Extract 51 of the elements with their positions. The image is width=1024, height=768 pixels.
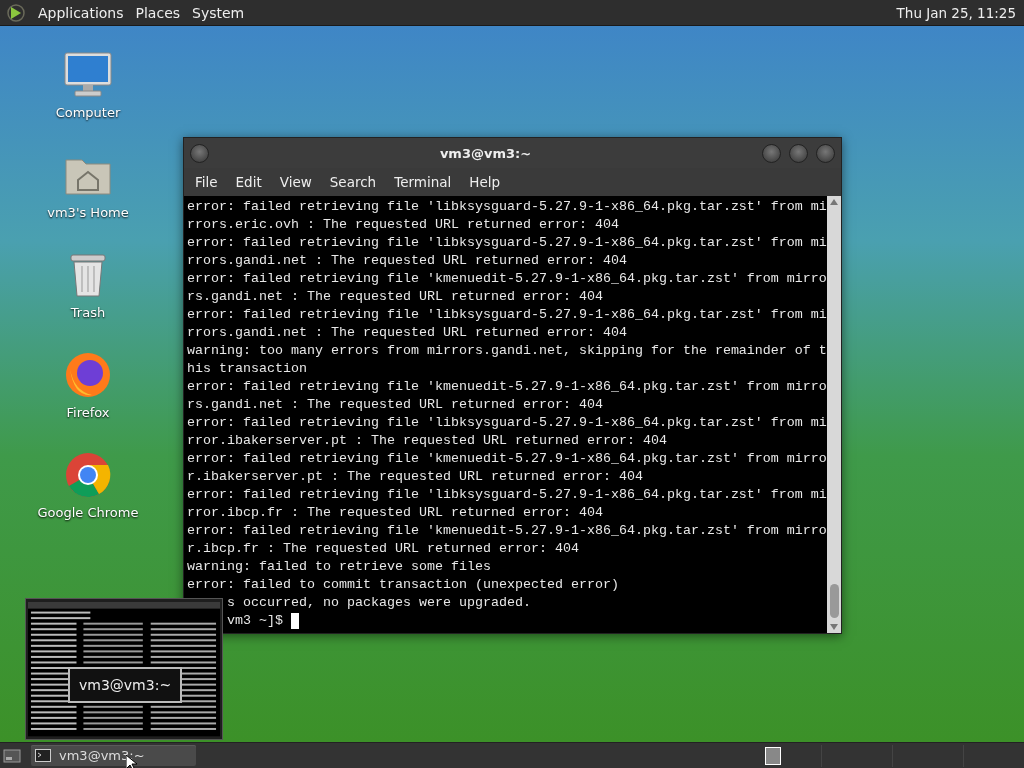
panel-menu[interactable]: Places: [135, 4, 181, 21]
terminal-line: s occurred, no packages were upgraded.: [227, 594, 531, 612]
terminal-icon: [35, 749, 51, 762]
panel-menu[interactable]: Applications: [38, 4, 124, 21]
scroll-down-icon[interactable]: [830, 624, 838, 630]
taskbar-button[interactable]: vm3@vm3:~: [31, 745, 196, 766]
terminal-line: error: failed retrieving file 'libksysguard-5.27.9-1-x86_64.pkg.tar.zst' from mi: [187, 486, 827, 504]
terminal-line: error: failed retrieving file 'kmenuedit-5.27.9-1-x86_64.pkg.tar.zst' from mirro: [187, 450, 827, 468]
terminal-line: error: failed retrieving file 'libksysguard-5.27.9-1-x86_64.pkg.tar.zst' from mi: [187, 306, 827, 324]
icon-label[interactable]: Google Chrome: [37, 505, 139, 520]
terminal-line: rs.gandi.net : The requested URL returned error: 404: [187, 288, 603, 306]
panel-menu[interactable]: System: [192, 4, 245, 21]
terminal-line: error: failed retrieving file 'kmenuedit-5.27.9-1-x86_64.pkg.tar.zst' from mirro: [187, 270, 827, 288]
menu-item[interactable]: Help: [460, 174, 510, 190]
menu-item[interactable]: File: [186, 174, 227, 190]
terminal-line: rrors.eric.ovh : The requested URL returned error: 404: [187, 216, 619, 234]
menu-item[interactable]: Search: [320, 174, 386, 190]
terminal-line: error: failed retrieving file 'libksysguard-5.27.9-1-x86_64.pkg.tar.zst' from mi: [187, 414, 827, 432]
terminal-line: error: failed retrieving file 'kmenuedit-5.27.9-1-x86_64.pkg.tar.zst' from mirro: [187, 522, 827, 540]
scroll-up-icon[interactable]: [830, 199, 838, 205]
terminal-line: vm3 ~]$: [227, 612, 283, 630]
menu-item[interactable]: View: [270, 174, 321, 190]
text-cursor: [291, 613, 299, 629]
scrollbar[interactable]: [827, 196, 841, 633]
clock[interactable]: Thu Jan 25, 11:25: [896, 4, 1018, 21]
terminal-line: rror.ibakerserver.pt : The requested URL returned error: 404: [187, 432, 667, 450]
terminal-line: rs.gandi.net : The requested URL returned error: 404: [187, 396, 603, 414]
terminal-line: his transaction: [187, 360, 307, 378]
window-preview[interactable]: vm3@vm3:~: [25, 598, 223, 740]
menu-item[interactable]: Terminal: [385, 174, 461, 190]
window-title: vm3@vm3:~: [438, 145, 533, 161]
logo-icon[interactable]: [6, 2, 26, 23]
terminal-line: error: failed retrieving file 'libksysguard-5.27.9-1-x86_64.pkg.tar.zst' from mi: [187, 198, 827, 216]
terminal-line: warning: failed to retrieve some files: [187, 558, 491, 576]
terminal-line: error: failed retrieving file 'kmenuedit-5.27.9-1-x86_64.pkg.tar.zst' from mirro: [187, 378, 827, 396]
window-menu-button[interactable]: [190, 143, 209, 163]
close-button[interactable]: [816, 143, 835, 163]
menu-item[interactable]: Edit: [226, 174, 271, 190]
maximize-button[interactable]: [789, 143, 808, 163]
terminal-line: error: failed to commit transaction (unexpected error): [187, 576, 619, 594]
terminal-line: rrors.gandi.net : The requested URL returned error: 404: [187, 252, 627, 270]
terminal-line: error: failed retrieving file 'libksysguard-5.27.9-1-x86_64.pkg.tar.zst' from mi: [187, 234, 827, 252]
terminal-line: r.ibcp.fr : The requested URL returned error: 404: [187, 540, 579, 558]
tooltip: vm3@vm3:~: [68, 667, 183, 703]
terminal-line: rror.ibcp.fr : The requested URL returned error: 404: [187, 504, 603, 522]
terminal-line: r.ibakerserver.pt : The requested URL returned error: 404: [187, 468, 643, 486]
minimize-button[interactable]: [762, 143, 781, 163]
show-desktop-icon[interactable]: [3, 748, 21, 763]
terminal-line: warning: too many errors from mirrors.gandi.net, skipping for the remainder of t: [187, 342, 827, 360]
scroll-thumb[interactable]: [829, 584, 839, 618]
terminal-line: rrors.gandi.net : The requested URL returned error: 404: [187, 324, 627, 342]
